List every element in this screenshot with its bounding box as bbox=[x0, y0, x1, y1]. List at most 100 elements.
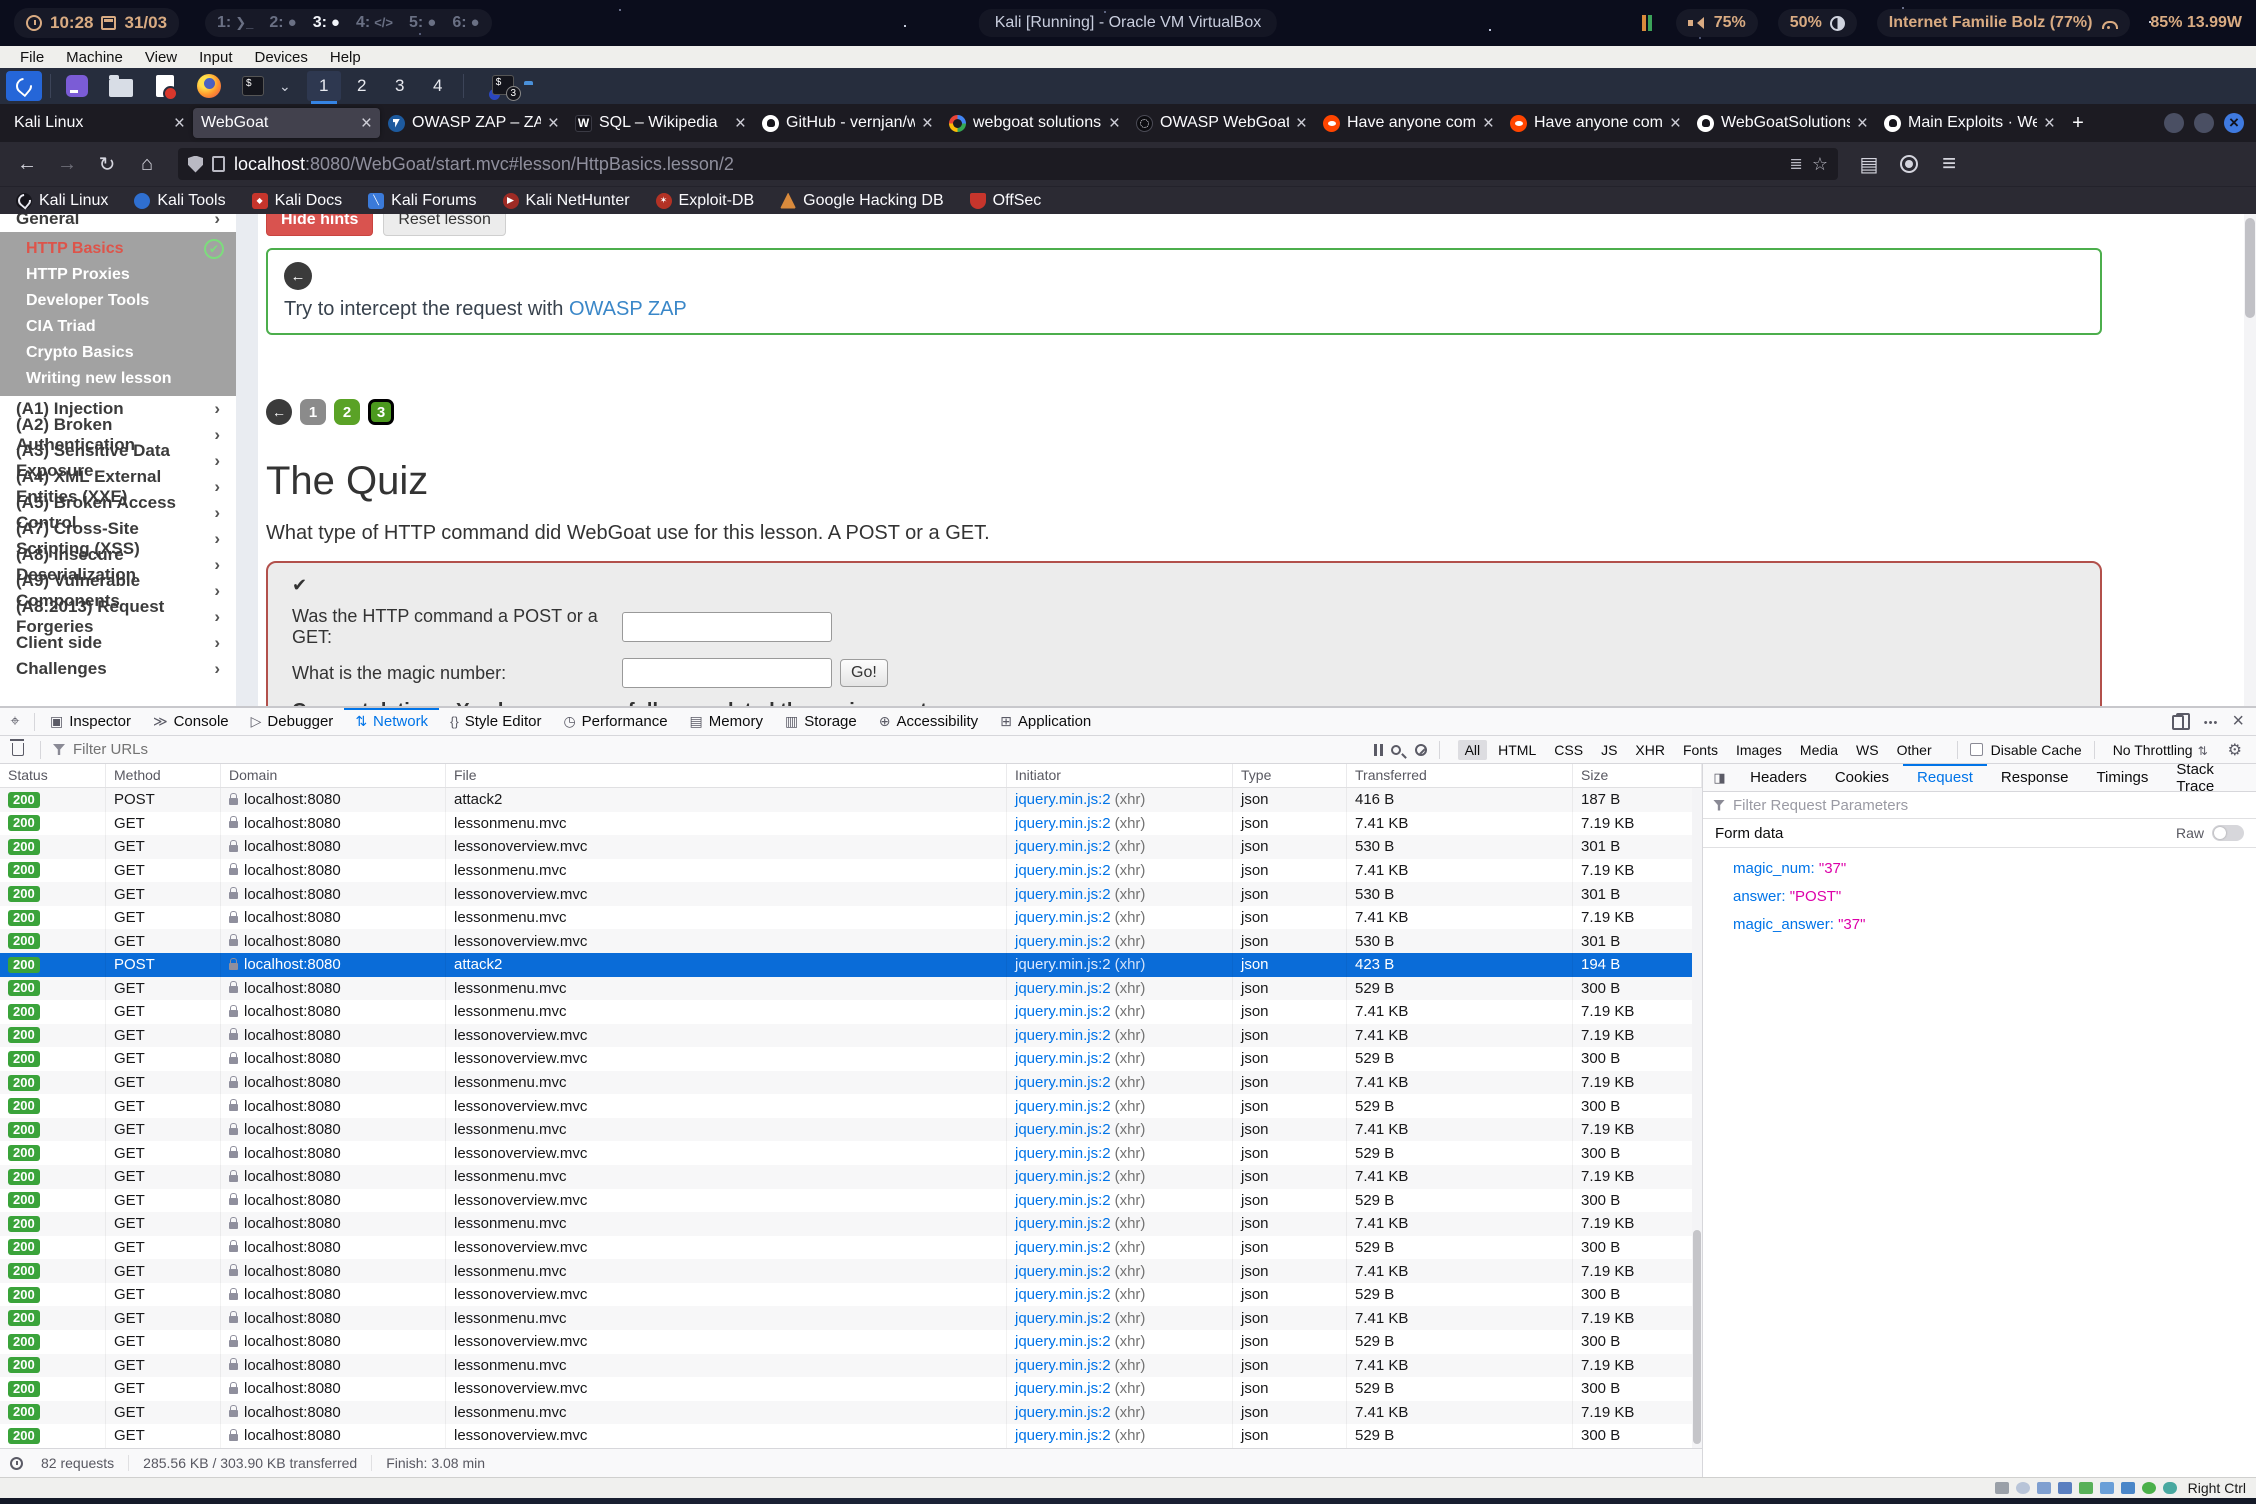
pager-workspace-button[interactable]: 4 bbox=[421, 71, 455, 101]
browser-tab[interactable]: Have anyone comple bbox=[1315, 108, 1502, 138]
reset-lesson-button[interactable]: Reset lesson bbox=[383, 214, 506, 236]
devtools-tab[interactable]: Debugger bbox=[240, 708, 345, 735]
pause-recording-icon[interactable] bbox=[1374, 744, 1383, 756]
browser-tab[interactable]: Kali Linux bbox=[6, 108, 193, 138]
browser-tab[interactable]: OWASP WebGoat: G bbox=[1128, 108, 1315, 138]
initiator-link[interactable]: jquery.min.js:2 bbox=[1015, 1003, 1111, 1020]
network-request-row[interactable]: 200 GET localhost:8080 lessonmenu.mvc jq… bbox=[0, 1401, 1702, 1425]
browser-tab[interactable]: Have anyone comple bbox=[1502, 108, 1689, 138]
initiator-link[interactable]: jquery.min.js:2 bbox=[1015, 1074, 1111, 1091]
network-request-row[interactable]: 200 GET localhost:8080 lessonmenu.mvc jq… bbox=[0, 906, 1702, 930]
sidebar-lesson-item[interactable]: Crypto Basics bbox=[0, 340, 236, 366]
hard-disks[interactable] bbox=[1995, 1482, 2009, 1494]
go-button[interactable]: Go! bbox=[840, 659, 888, 687]
initiator-link[interactable]: jquery.min.js:2 bbox=[1015, 838, 1111, 855]
sidebar-lesson-item[interactable]: HTTP Basics bbox=[0, 236, 236, 262]
pager-workspace-button[interactable]: 3 bbox=[383, 71, 417, 101]
page-number-button[interactable]: 3 bbox=[368, 399, 394, 425]
firefox-launcher[interactable] bbox=[191, 71, 227, 101]
network-list-scrollbar[interactable] bbox=[1692, 788, 1702, 1448]
workspace-item[interactable]: 4: bbox=[356, 14, 393, 32]
devtools-tab[interactable]: Inspector bbox=[39, 708, 142, 735]
devtools-tab[interactable]: Console bbox=[142, 708, 240, 735]
devtools-tab[interactable]: Memory bbox=[679, 708, 774, 735]
network-request-row[interactable]: 200 GET localhost:8080 lessonmenu.mvc jq… bbox=[0, 1071, 1702, 1095]
window-close-button[interactable] bbox=[2224, 113, 2244, 133]
tab-close-icon[interactable] bbox=[1296, 114, 1307, 133]
details-tab[interactable]: Headers bbox=[1736, 764, 1821, 791]
raw-toggle[interactable] bbox=[2212, 825, 2244, 841]
initiator-link[interactable]: jquery.min.js:2 bbox=[1015, 1263, 1111, 1280]
folder-launcher[interactable] bbox=[103, 71, 139, 101]
browser-tab[interactable]: GitHub - vernjan/we bbox=[754, 108, 941, 138]
browser-tab[interactable]: WebGoat bbox=[193, 108, 380, 138]
sidebar-category[interactable]: (A8:2013) Request Forgeries bbox=[0, 604, 236, 630]
disable-cache-checkbox[interactable] bbox=[1970, 743, 1983, 756]
sidebar-lesson-item[interactable]: Writing new lesson bbox=[0, 366, 236, 392]
usb[interactable] bbox=[2079, 1482, 2093, 1494]
bookmark-item[interactable]: Exploit-DB bbox=[656, 192, 755, 210]
workspace-item[interactable]: 2: bbox=[269, 14, 296, 32]
type-filter-button[interactable]: XHR bbox=[1628, 740, 1672, 760]
menubar-item[interactable]: File bbox=[10, 49, 54, 66]
brightness-widget[interactable]: 50% bbox=[1778, 9, 1857, 37]
initiator-link[interactable]: jquery.min.js:2 bbox=[1015, 1333, 1111, 1350]
devtools-tab[interactable]: Storage bbox=[774, 708, 868, 735]
tab-close-icon[interactable] bbox=[1857, 114, 1868, 133]
sidebar-category[interactable]: Challenges bbox=[0, 656, 236, 682]
page-number-button[interactable]: 1 bbox=[300, 399, 326, 425]
network-request-row[interactable]: 200 GET localhost:8080 lessonoverview.mv… bbox=[0, 835, 1702, 859]
workspace-item[interactable]: 6: bbox=[452, 14, 479, 32]
workspace-item[interactable]: 3: bbox=[313, 14, 340, 32]
form-data-parameter[interactable]: answer"POST" bbox=[1733, 888, 2244, 905]
network-request-row[interactable]: 200 POST localhost:8080 attack2 jquery.m… bbox=[0, 788, 1702, 812]
launcher-dropdown-icon[interactable] bbox=[279, 78, 291, 95]
audio[interactable] bbox=[2037, 1482, 2051, 1494]
back-button[interactable] bbox=[10, 147, 44, 181]
column-header[interactable]: Transferred bbox=[1347, 764, 1573, 787]
type-filter-button[interactable]: CSS bbox=[1547, 740, 1590, 760]
network-request-row[interactable]: 200 GET localhost:8080 lessonmenu.mvc jq… bbox=[0, 1118, 1702, 1142]
maximize-button[interactable] bbox=[2194, 113, 2214, 133]
network[interactable] bbox=[2058, 1482, 2072, 1494]
form-data-section-label[interactable]: Form data bbox=[1715, 825, 1783, 842]
form-data-parameter[interactable]: magic_answer"37" bbox=[1733, 916, 2244, 933]
address-bar[interactable]: localhost:8080/WebGoat/start.mvc#lesson/… bbox=[178, 148, 1838, 180]
column-header[interactable]: Type bbox=[1233, 764, 1347, 787]
network-settings-gear-icon[interactable] bbox=[2228, 740, 2242, 760]
sidebar-lesson-item[interactable]: CIA Triad bbox=[0, 314, 236, 340]
browser-tab[interactable]: OWASP ZAP – ZAP i bbox=[380, 108, 567, 138]
menubar-item[interactable]: Help bbox=[320, 49, 371, 66]
network-request-row[interactable]: 200 GET localhost:8080 lessonmenu.mvc jq… bbox=[0, 1259, 1702, 1283]
volume-widget[interactable]: 75% bbox=[1676, 9, 1758, 37]
network-request-row[interactable]: 200 GET localhost:8080 lessonoverview.mv… bbox=[0, 1330, 1702, 1354]
hide-hints-button[interactable]: Hide hints bbox=[266, 214, 373, 236]
bookmark-item[interactable]: Kali Tools bbox=[134, 192, 225, 210]
tab-close-icon[interactable] bbox=[174, 114, 185, 133]
expand-panel-icon[interactable] bbox=[1703, 770, 1736, 786]
network-request-row[interactable]: 200 GET localhost:8080 lessonoverview.mv… bbox=[0, 1283, 1702, 1307]
tab-close-icon[interactable] bbox=[735, 114, 746, 133]
details-tab[interactable]: Request bbox=[1903, 764, 1987, 791]
type-filter-button[interactable]: Fonts bbox=[1676, 740, 1725, 760]
type-filter-button[interactable]: WS bbox=[1849, 740, 1886, 760]
type-filter-button[interactable]: Other bbox=[1890, 740, 1939, 760]
bookmark-item[interactable]: Kali Linux bbox=[16, 192, 108, 210]
type-filter-button[interactable]: All bbox=[1458, 740, 1488, 760]
network-request-row[interactable]: 200 GET localhost:8080 lessonoverview.mv… bbox=[0, 1424, 1702, 1448]
workspace-item[interactable]: 5: bbox=[409, 14, 436, 32]
network-request-row[interactable]: 200 GET localhost:8080 lessonoverview.mv… bbox=[0, 1024, 1702, 1048]
network-request-row[interactable]: 200 GET localhost:8080 lessonmenu.mvc jq… bbox=[0, 977, 1702, 1001]
initiator-link[interactable]: jquery.min.js:2 bbox=[1015, 1121, 1111, 1138]
terminal-launcher[interactable] bbox=[235, 71, 271, 101]
bookmark-item[interactable]: Kali NetHunter bbox=[503, 192, 630, 210]
sidebar-lesson-item[interactable]: Developer Tools bbox=[0, 288, 236, 314]
library-icon[interactable] bbox=[1852, 147, 1886, 181]
devtools-tab[interactable]: Application bbox=[989, 708, 1102, 735]
network-request-row[interactable]: 200 POST localhost:8080 attack2 jquery.m… bbox=[0, 953, 1702, 977]
menubar-item[interactable]: Devices bbox=[245, 49, 318, 66]
network-request-row[interactable]: 200 GET localhost:8080 lessonoverview.mv… bbox=[0, 1094, 1702, 1118]
menubar-item[interactable]: Input bbox=[189, 49, 242, 66]
column-header[interactable]: Size bbox=[1573, 764, 1702, 787]
devtools-tab[interactable]: Performance bbox=[552, 708, 678, 735]
